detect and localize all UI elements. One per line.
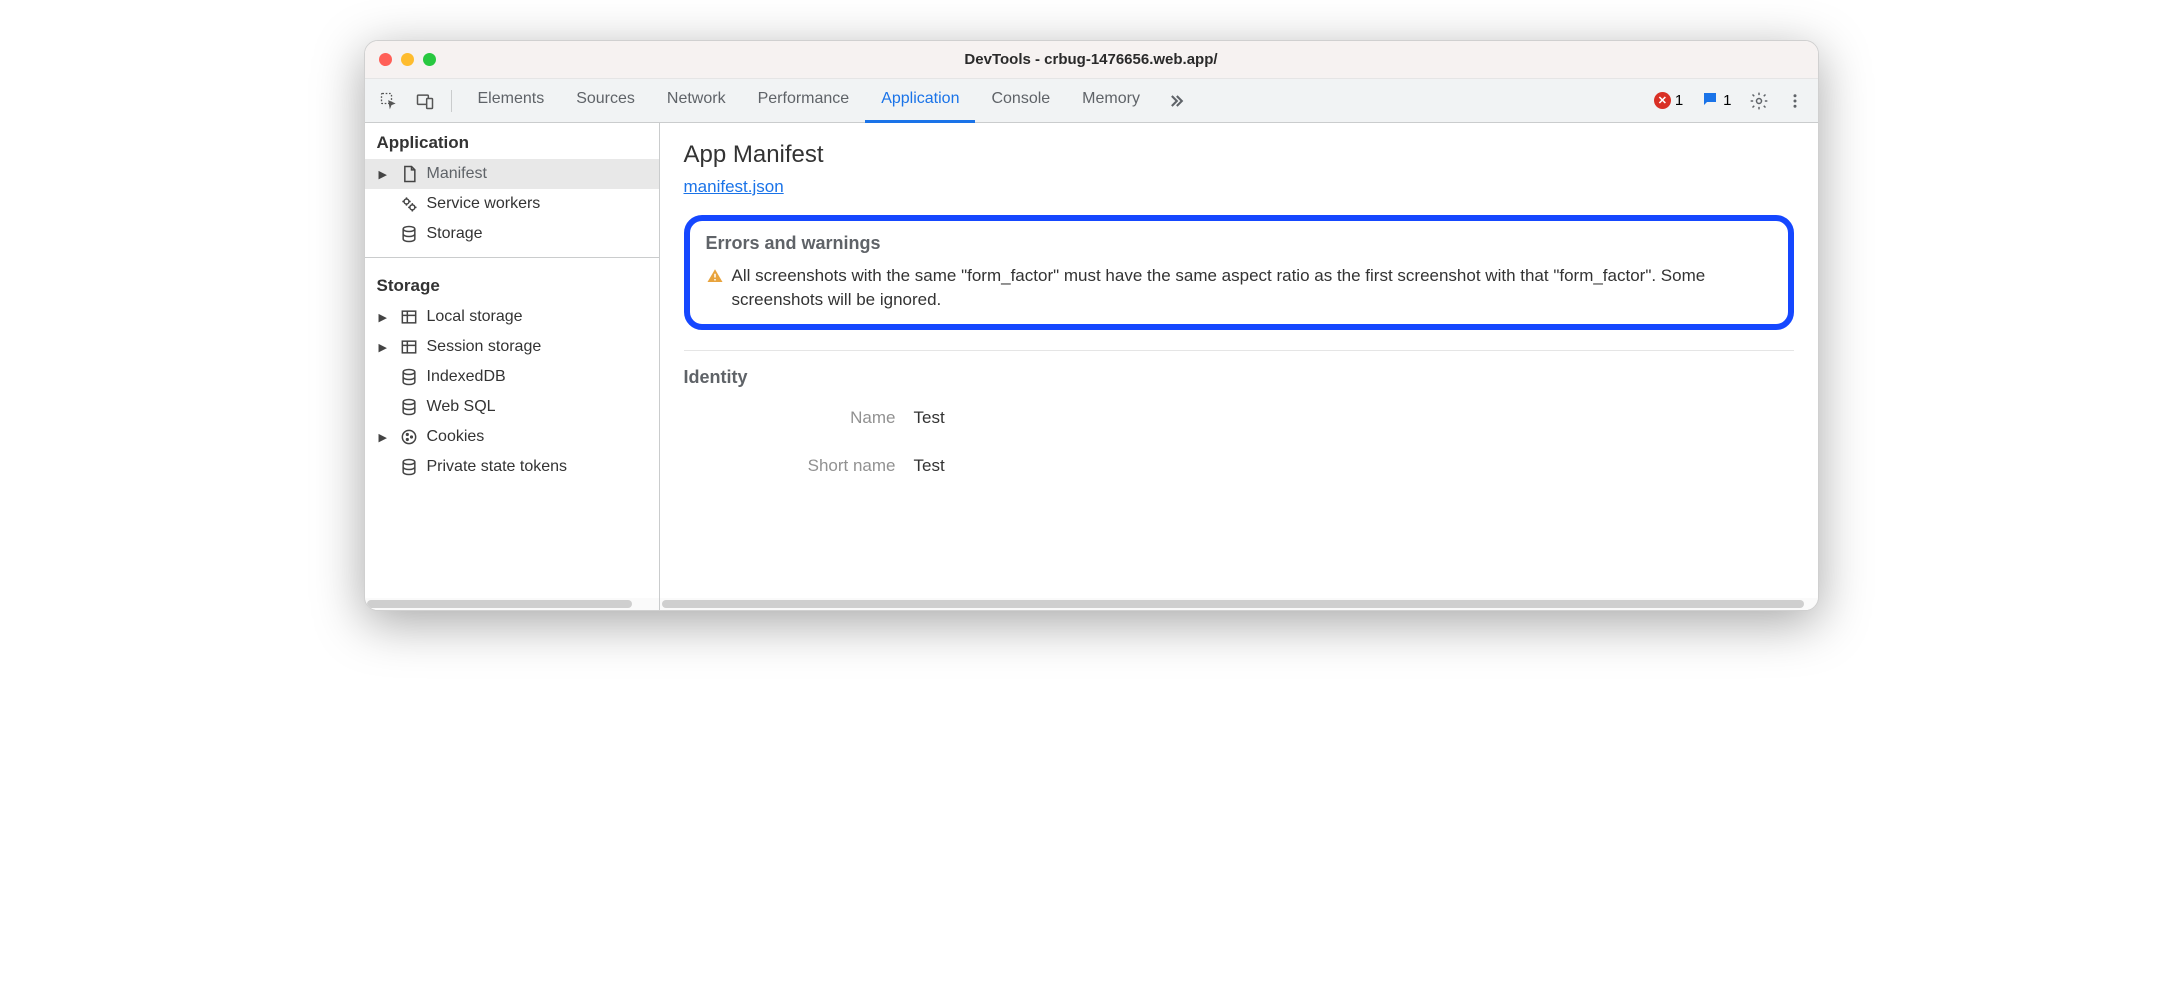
more-tabs-button[interactable] <box>1156 79 1196 123</box>
sidebar-scrollbar[interactable] <box>365 598 660 610</box>
sidebar-item-private-state-tokens[interactable]: ▶ Private state tokens <box>365 452 659 482</box>
sidebar-item-label: Service workers <box>427 195 541 213</box>
toolbar-divider <box>451 90 452 112</box>
identity-heading: Identity <box>684 367 1794 388</box>
warning-row: All screenshots with the same "form_fact… <box>706 264 1772 312</box>
issue-icon <box>1701 90 1719 112</box>
window-title: DevTools - crbug-1476656.web.app/ <box>365 51 1818 68</box>
sidebar-item-indexeddb[interactable]: ▶ IndexedDB <box>365 362 659 392</box>
sidebar-section-application: Application <box>365 123 659 159</box>
manifest-panel: App Manifest manifest.json Errors and wa… <box>660 123 1818 598</box>
sidebar-item-label: Session storage <box>427 338 542 356</box>
identity-section: Identity Name Test Short name Test <box>684 350 1794 476</box>
database-icon <box>399 397 419 417</box>
sidebar-item-label: Private state tokens <box>427 458 568 476</box>
table-icon <box>399 337 419 357</box>
window-titlebar: DevTools - crbug-1476656.web.app/ <box>365 41 1818 79</box>
page-title: App Manifest <box>684 141 1794 169</box>
sidebar-item-label: Manifest <box>427 165 487 183</box>
errors-warnings-section: Errors and warnings All screenshots with… <box>684 215 1794 330</box>
error-icon: ✕ <box>1654 92 1671 109</box>
tab-memory[interactable]: Memory <box>1066 79 1156 123</box>
identity-shortname-value: Test <box>914 456 1794 476</box>
inspect-element-icon[interactable] <box>373 85 405 117</box>
sidebar-item-session-storage[interactable]: ▶ Session storage <box>365 332 659 362</box>
sidebar-item-label: IndexedDB <box>427 368 506 386</box>
device-toolbar-icon[interactable] <box>409 85 441 117</box>
database-icon <box>399 367 419 387</box>
identity-name-label: Name <box>684 408 914 428</box>
tab-sources[interactable]: Sources <box>560 79 651 123</box>
sidebar-item-label: Web SQL <box>427 398 496 416</box>
database-icon <box>399 457 419 477</box>
tab-elements[interactable]: Elements <box>462 79 561 123</box>
gears-icon <box>399 194 419 214</box>
sidebar-item-local-storage[interactable]: ▶ Local storage <box>365 302 659 332</box>
issue-count: 1 <box>1723 92 1731 109</box>
sidebar-item-service-workers[interactable]: ▶ Service workers <box>365 189 659 219</box>
error-count: 1 <box>1675 92 1683 109</box>
sidebar-item-label: Storage <box>427 225 483 243</box>
errors-badge[interactable]: ✕ 1 <box>1648 90 1689 111</box>
devtools-toolbar: Elements Sources Network Performance App… <box>365 79 1818 123</box>
expand-arrow-icon: ▶ <box>379 341 391 354</box>
sidebar-item-label: Cookies <box>427 428 485 446</box>
more-options-icon[interactable] <box>1780 86 1810 116</box>
sidebar-item-websql[interactable]: ▶ Web SQL <box>365 392 659 422</box>
sidebar-item-cookies[interactable]: ▶ Cookies <box>365 422 659 452</box>
application-sidebar: Application ▶ Manifest ▶ Service workers… <box>365 123 660 598</box>
warning-icon <box>706 267 724 285</box>
panel-tabs: Elements Sources Network Performance App… <box>462 79 1196 123</box>
tab-performance[interactable]: Performance <box>742 79 866 123</box>
settings-icon[interactable] <box>1744 86 1774 116</box>
main-scrollbar[interactable] <box>660 598 1818 610</box>
tab-console[interactable]: Console <box>975 79 1066 123</box>
sidebar-item-manifest[interactable]: ▶ Manifest <box>365 159 659 189</box>
file-icon <box>399 164 419 184</box>
content-area: Application ▶ Manifest ▶ Service workers… <box>365 123 1818 598</box>
sidebar-section-storage: Storage <box>365 266 659 302</box>
issues-badge[interactable]: 1 <box>1695 88 1737 114</box>
sidebar-item-label: Local storage <box>427 308 523 326</box>
devtools-window: DevTools - crbug-1476656.web.app/ Elemen… <box>364 40 1819 611</box>
identity-shortname-label: Short name <box>684 456 914 476</box>
tab-application[interactable]: Application <box>865 79 975 123</box>
database-icon <box>399 224 419 244</box>
tab-network[interactable]: Network <box>651 79 742 123</box>
expand-arrow-icon: ▶ <box>379 311 391 324</box>
identity-name-value: Test <box>914 408 1794 428</box>
sidebar-item-storage[interactable]: ▶ Storage <box>365 219 659 249</box>
table-icon <box>399 307 419 327</box>
expand-arrow-icon: ▶ <box>379 168 391 181</box>
cookie-icon <box>399 427 419 447</box>
expand-arrow-icon: ▶ <box>379 431 391 444</box>
bottom-scrollbars <box>365 598 1818 610</box>
manifest-link[interactable]: manifest.json <box>684 177 784 196</box>
errors-warnings-heading: Errors and warnings <box>706 233 1772 254</box>
sidebar-divider <box>365 257 659 258</box>
warning-text: All screenshots with the same "form_fact… <box>732 264 1772 312</box>
